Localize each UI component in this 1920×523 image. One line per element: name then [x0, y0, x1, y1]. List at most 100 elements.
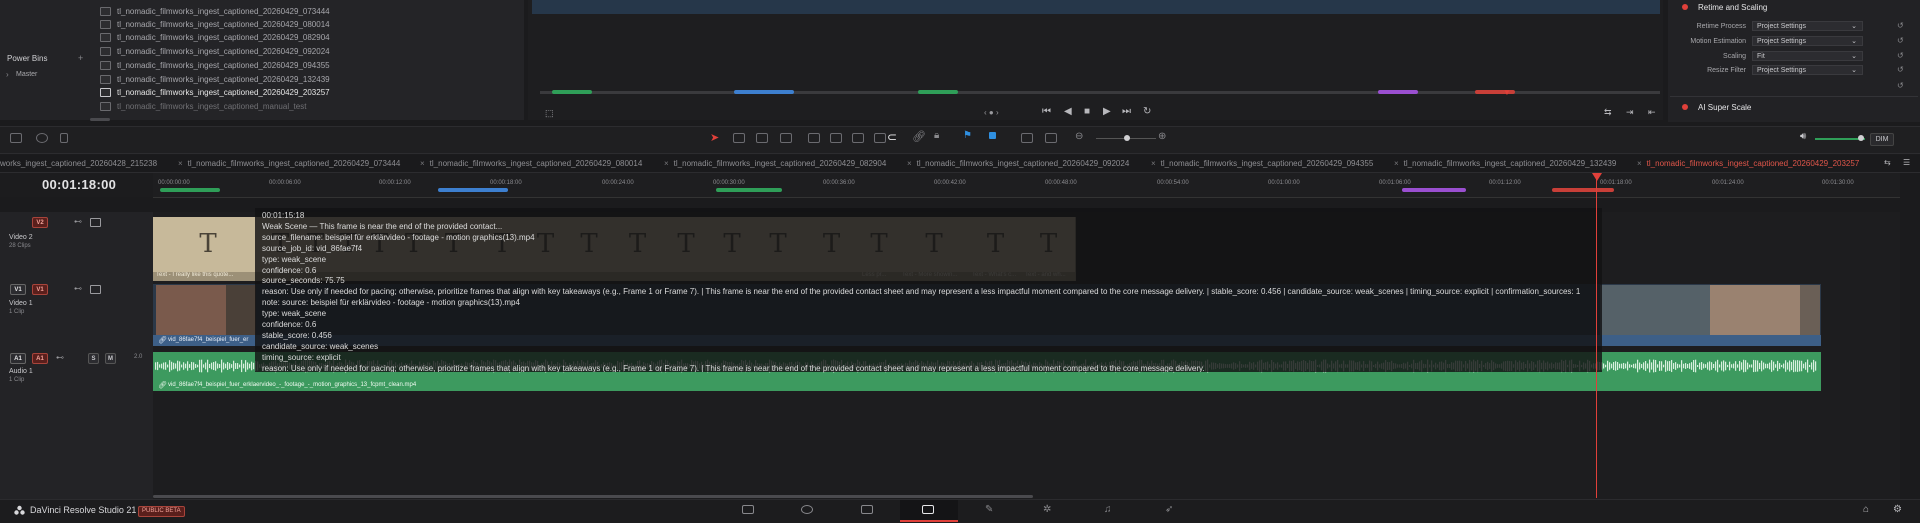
auto-select-icon[interactable]	[90, 285, 101, 294]
list-item[interactable]: tl_nomadic_filmworks_ingest_captioned_20…	[100, 45, 500, 58]
home-icon[interactable]: ⌂	[1863, 504, 1869, 515]
timecode-display[interactable]: 00:01:18:00	[42, 177, 116, 192]
list-item[interactable]: tl_nomadic_filmworks_ingest_captioned_20…	[100, 73, 500, 86]
flag-icon[interactable]: ⚑	[963, 130, 972, 141]
mute-button[interactable]: M	[105, 353, 116, 364]
lock-icon[interactable]: 🔒︎	[934, 130, 939, 141]
go-to-end-icon[interactable]: ⏭	[1122, 106, 1131, 117]
lock-track-icon[interactable]: ⊷	[56, 353, 64, 362]
step-back-icon[interactable]: ◀	[1064, 106, 1072, 117]
close-icon[interactable]: ×	[1637, 159, 1642, 168]
deliver-page-icon[interactable]: ➶	[1165, 504, 1173, 515]
snapping-icon[interactable]: ⊂	[887, 130, 897, 144]
reset-icon[interactable]: ↺	[1897, 81, 1904, 90]
viewer-playhead-icon[interactable]: ▼	[1503, 88, 1511, 97]
tab-timeline[interactable]: works_ingest_captioned_20260428_215238	[0, 155, 157, 172]
retime-section-title[interactable]: Retime and Scaling	[1698, 3, 1767, 12]
auto-select-icon[interactable]	[90, 218, 101, 227]
lock-track-icon[interactable]: ⊷	[74, 284, 82, 293]
marker[interactable]	[1402, 188, 1466, 192]
selection-tool-icon[interactable]: ➤	[710, 131, 719, 144]
tab-timeline-active[interactable]: × tl_nomadic_filmworks_ingest_captioned_2…	[1637, 155, 1859, 172]
prev-edit-icon[interactable]: ⇤	[1648, 107, 1656, 118]
dim-button[interactable]: DIM	[1870, 133, 1894, 146]
marker[interactable]	[160, 188, 220, 192]
close-icon[interactable]: ×	[664, 159, 669, 168]
match-frame-icon[interactable]: ⇆	[1604, 107, 1612, 118]
track-badge[interactable]: V1	[32, 284, 48, 295]
zoom-slider-handle[interactable]	[1124, 135, 1130, 141]
volume-handle[interactable]	[1858, 135, 1864, 141]
track-badge[interactable]: V2	[32, 217, 48, 228]
reset-icon[interactable]: ↺	[1897, 51, 1904, 60]
list-item[interactable]: tl_nomadic_filmworks_ingest_captioned_20…	[100, 5, 500, 18]
timeline-page-icon[interactable]	[922, 505, 934, 514]
tab-timeline[interactable]: × tl_nomadic_filmworks_ingest_captioned_2…	[1394, 155, 1616, 172]
zoom-detail-icon[interactable]	[1021, 133, 1033, 143]
add-bin-icon[interactable]: +	[78, 53, 83, 63]
close-icon[interactable]: ×	[1394, 159, 1399, 168]
speaker-icon[interactable]: 🔊︎	[1800, 131, 1806, 142]
place-on-top-icon[interactable]	[874, 133, 886, 143]
track-badge[interactable]: A1	[32, 353, 48, 364]
settings-gear-icon[interactable]: ⚙	[1893, 504, 1902, 515]
ai-super-scale-title[interactable]: AI Super Scale	[1698, 103, 1751, 112]
timeline-ruler[interactable]	[153, 173, 1900, 198]
edit-page-icon[interactable]	[861, 505, 873, 514]
tab-timeline[interactable]: × tl_nomadic_filmworks_ingest_captioned_2…	[420, 155, 642, 172]
viewer-nav[interactable]: ‹ ● ›	[984, 108, 999, 117]
power-bins-title[interactable]: Power Bins	[7, 54, 47, 63]
marker-color-icon[interactable]	[989, 132, 996, 139]
zoom-out-icon[interactable]: ⊖	[1075, 131, 1083, 142]
stacked-timelines-icon[interactable]	[36, 133, 48, 143]
fusion-page-icon[interactable]: ✎	[985, 504, 993, 515]
audio-meter-icon[interactable]	[60, 133, 68, 143]
fairlight-page-icon[interactable]: ♫	[1104, 504, 1112, 515]
insert-icon[interactable]	[808, 133, 820, 143]
close-icon[interactable]: ×	[907, 159, 912, 168]
stop-icon[interactable]: ■	[1084, 106, 1090, 117]
close-icon[interactable]: ×	[178, 159, 183, 168]
timeline-view-icon[interactable]	[10, 133, 22, 143]
go-to-start-icon[interactable]: ⏮	[1042, 106, 1051, 117]
tab-list-icon[interactable]: ☰	[1903, 158, 1910, 167]
play-icon[interactable]: ▶	[1103, 106, 1111, 117]
close-icon[interactable]: ×	[1151, 159, 1156, 168]
blade-tool-icon[interactable]	[756, 133, 768, 143]
close-icon[interactable]: ×	[420, 159, 425, 168]
title-clip[interactable]: T Text - I really like this quote...	[153, 217, 264, 281]
motion-estimation-select[interactable]: Project Settings ⌄	[1752, 36, 1863, 46]
media-page-icon[interactable]	[742, 505, 754, 514]
trim-tool-icon[interactable]	[733, 133, 745, 143]
reset-icon[interactable]: ↺	[1897, 36, 1904, 45]
color-page-icon[interactable]: ✲	[1043, 504, 1051, 515]
source-patch[interactable]: A1	[10, 353, 26, 364]
solo-button[interactable]: S	[88, 353, 99, 364]
list-item[interactable]: tl_nomadic_filmworks_ingest_captioned_20…	[100, 86, 500, 99]
chevron-right-icon[interactable]: ›	[6, 70, 9, 79]
list-item[interactable]: tl_nomadic_filmworks_ingest_captioned_20…	[100, 59, 500, 72]
tab-timeline[interactable]: × tl_nomadic_filmworks_ingest_captioned_2…	[178, 155, 400, 172]
tab-overflow-icon[interactable]: ⇆	[1884, 158, 1891, 167]
master-bin[interactable]: Master	[16, 71, 37, 78]
viewer-options-icon[interactable]: ⬚	[545, 108, 554, 119]
tab-timeline[interactable]: × tl_nomadic_filmworks_ingest_captioned_2…	[1151, 155, 1373, 172]
scaling-select[interactable]: Fit ⌄	[1752, 51, 1863, 61]
list-item[interactable]: tl_nomadic_filmworks_ingest_captioned_20…	[100, 31, 500, 44]
tab-timeline[interactable]: × tl_nomadic_filmworks_ingest_captioned_2…	[907, 155, 1129, 172]
replace-icon[interactable]	[852, 133, 864, 143]
list-item[interactable]: tl_nomadic_filmworks_ingest_captioned_20…	[100, 18, 500, 31]
retime-process-select[interactable]: Project Settings ⌄	[1752, 21, 1863, 31]
overwrite-icon[interactable]	[830, 133, 842, 143]
marker[interactable]	[438, 188, 508, 192]
scrollbar[interactable]	[90, 118, 110, 121]
loop-icon[interactable]: ↻	[1143, 106, 1151, 117]
tab-timeline[interactable]: × tl_nomadic_filmworks_ingest_captioned_2…	[664, 155, 886, 172]
reset-icon[interactable]: ↺	[1897, 21, 1904, 30]
next-edit-icon[interactable]: ⇥	[1626, 107, 1634, 118]
zoom-in-icon[interactable]: ⊕	[1158, 131, 1166, 142]
source-patch[interactable]: V1	[10, 284, 26, 295]
link-icon[interactable]: 🔗︎	[912, 130, 926, 143]
zoom-full-icon[interactable]	[1045, 133, 1057, 143]
reset-icon[interactable]: ↺	[1897, 65, 1904, 74]
